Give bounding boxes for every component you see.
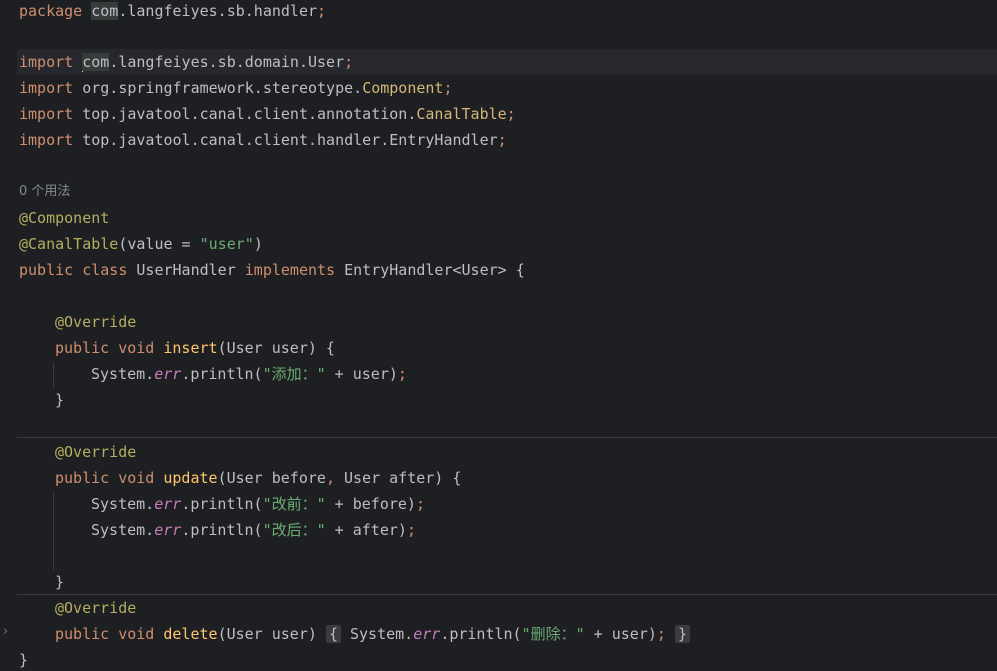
code-line-update-body-before[interactable]: System.err.println("改前：" + before); [91,491,425,517]
folded-brace-close[interactable]: } [674,625,690,643]
code-line-class-close[interactable]: } [19,647,28,671]
code-line-annotation-canaltable[interactable]: @CanalTable(value = "user") [19,231,263,257]
code-line-annotation-component[interactable]: @Component [19,205,109,231]
code-line-insert-signature[interactable]: public void insert(User user) { [55,335,335,361]
editor-gutter[interactable] [0,0,17,671]
usages-inlay-hint[interactable]: 0 个用法 [19,179,70,205]
code-line-delete-folded[interactable]: public void delete(User user) { System.e… [55,621,690,647]
code-line-import-user[interactable]: import com.langfeiyes.sb.domain.User; [19,49,353,75]
code-line-import-entryhandler[interactable]: import top.javatool.canal.client.handler… [19,127,507,153]
method-separator [17,437,997,438]
code-line-import-canaltable[interactable]: import top.javatool.canal.client.annotat… [19,101,516,127]
method-separator [17,594,997,595]
code-line-override[interactable]: @Override [55,439,136,465]
code-line-update-body-after[interactable]: System.err.println("改后：" + after); [91,517,416,543]
indent-guide [53,362,54,388]
code-line-update-close[interactable]: } [55,569,64,595]
code-line-insert-close[interactable]: } [55,387,64,413]
code-line-package[interactable]: package com.langfeiyes.sb.handler; [19,0,326,24]
code-line-override[interactable]: @Override [55,309,136,335]
code-editor[interactable]: › package com.langfeiyes.sb.handler; imp… [0,0,997,671]
fold-chevron-icon[interactable]: › [3,624,8,639]
code-line-insert-body[interactable]: System.err.println("添加：" + user); [91,361,407,387]
indent-guide [53,492,54,570]
code-line-update-signature[interactable]: public void update(User before, User aft… [55,465,461,491]
folded-brace-open[interactable]: { [325,625,341,643]
code-line-class-declaration[interactable]: public class UserHandler implements Entr… [19,257,525,283]
code-line-override[interactable]: @Override [55,595,136,621]
code-line-import-component[interactable]: import org.springframework.stereotype.Co… [19,75,453,101]
